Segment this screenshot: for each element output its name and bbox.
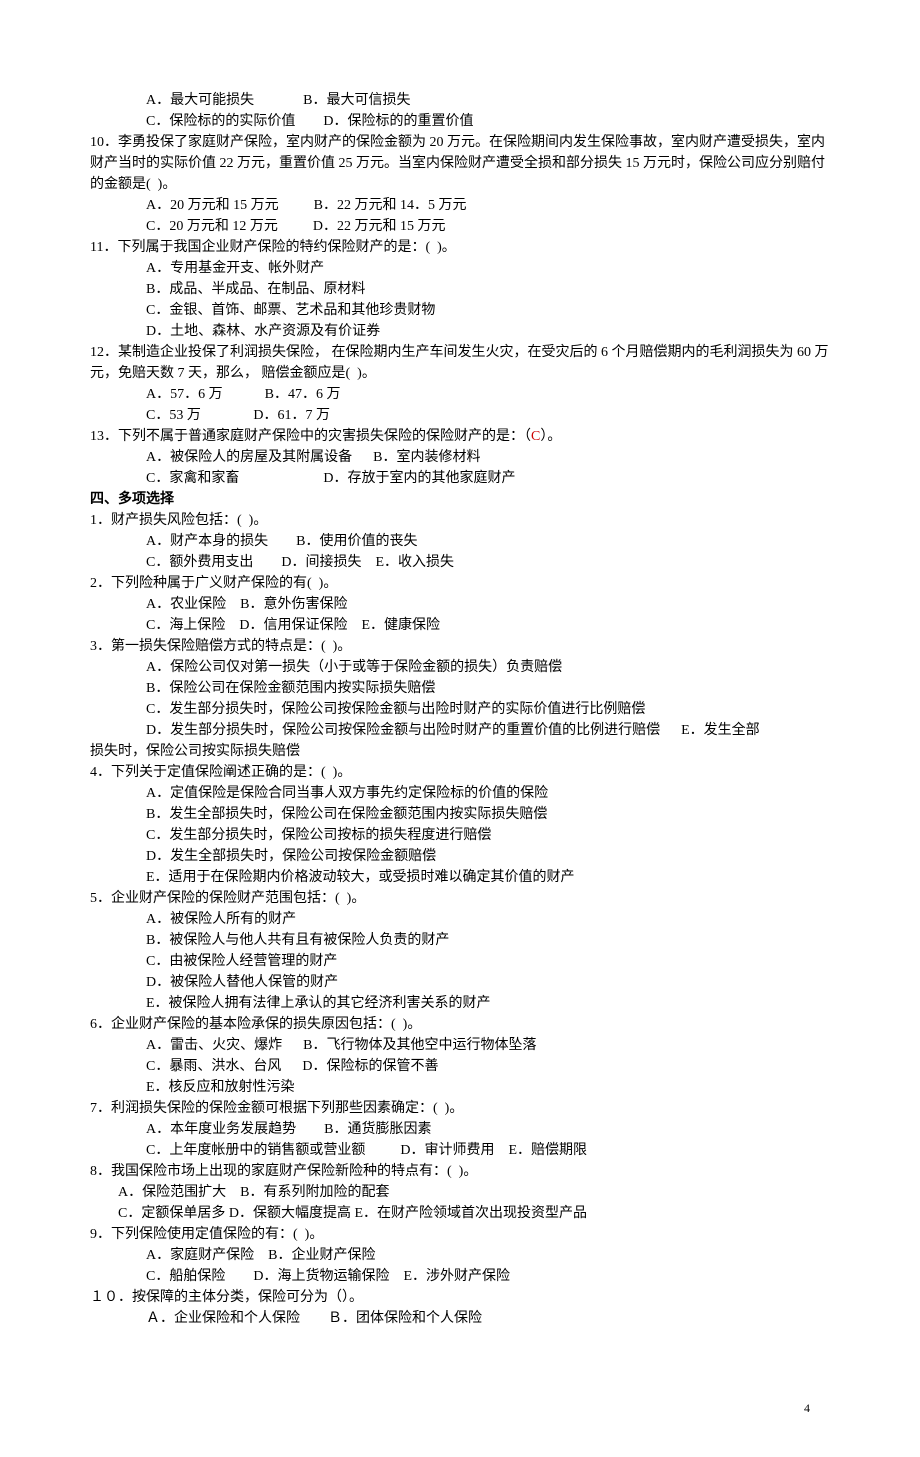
m4-opt-e: E．适用于在保险期内价格波动较大，或受损时难以确定其价值的财产 (90, 867, 830, 888)
m9-opt-line2: C．船舶保险 D．海上货物运输保险 E．涉外财产保险 (90, 1266, 830, 1287)
q10-opt-line1: A．20 万元和 15 万元 B．22 万元和 14．5 万元 (90, 195, 830, 216)
m5-opt-b: B．被保险人与他人共有且有被保险人负责的财产 (90, 930, 830, 951)
m1-stem: 1．财产损失风险包括：( )。 (90, 510, 830, 531)
m3-opt-e-tail: 损失时，保险公司按实际损失赔偿 (90, 741, 830, 762)
q11-opt-d: D．土地、森林、水产资源及有价证券 (90, 321, 830, 342)
m4-opt-c: C．发生部分损失时，保险公司按标的损失程度进行赔偿 (90, 825, 830, 846)
m10-stem: １０．按保障的主体分类，保险可分为（）。 (90, 1287, 830, 1308)
q13-opt-line2: C．家禽和家畜 D．存放于室内的其他家庭财产 (90, 468, 830, 489)
m6-opt-line2: C．暴雨、洪水、台风 D．保险标的保管不善 (90, 1056, 830, 1077)
m1-opt-line1: A．财产本身的损失 B．使用价值的丧失 (90, 531, 830, 552)
q11-opt-a: A．专用基金开支、帐外财产 (90, 258, 830, 279)
q12-opt-line1: A．57．6 万 B．47．6 万 (90, 384, 830, 405)
m5-opt-d: D．被保险人替他人保管的财产 (90, 972, 830, 993)
m10-opt-line1: Ａ．企业保险和个人保险 Ｂ．团体保险和个人保险 (90, 1308, 830, 1329)
q11-opt-c: C．金银、首饰、邮票、艺术品和其他珍贵财物 (90, 300, 830, 321)
m5-opt-a: A．被保险人所有的财产 (90, 909, 830, 930)
m2-opt-line2: C．海上保险 D．信用保证保险 E．健康保险 (90, 615, 830, 636)
q13-answer-mark: C (531, 429, 540, 444)
m4-opt-a: A．定值保险是保险合同当事人双方事先约定保险标的价值的保险 (90, 783, 830, 804)
page-number: 4 (90, 1399, 830, 1417)
m8-opt-line2: C．定额保单居多 D．保额大幅度提高 E．在财产险领域首次出现投资型产品 (90, 1203, 830, 1224)
m6-opt-e: E．核反应和放射性污染 (90, 1077, 830, 1098)
m3-opt-c: C．发生部分损失时，保险公司按保险金额与出险时财产的实际价值进行比例赔偿 (90, 699, 830, 720)
m5-stem: 5．企业财产保险的保险财产范围包括：( )。 (90, 888, 830, 909)
m8-stem: 8．我国保险市场上出现的家庭财产保险新险种的特点有：( )。 (90, 1161, 830, 1182)
m5-opt-c: C．由被保险人经营管理的财产 (90, 951, 830, 972)
m7-opt-line1: A．本年度业务发展趋势 B．通货膨胀因素 (90, 1119, 830, 1140)
m8-opt-line1: A．保险范围扩大 B．有系列附加险的配套 (90, 1182, 830, 1203)
q9-opt-line1: A．最大可能损失 B．最大可信损失 (90, 90, 830, 111)
m3-opt-d-line: D．发生部分损失时，保险公司按保险金额与出险时财产的重置价值的比例进行赔偿 E．… (90, 720, 830, 741)
q11-stem: 11．下列属于我国企业财产保险的特约保险财产的是：( )。 (90, 237, 830, 258)
m6-opt-line1: A．雷击、火灾、爆炸 B．飞行物体及其他空中运行物体坠落 (90, 1035, 830, 1056)
m9-opt-line1: A．家庭财产保险 B．企业财产保险 (90, 1245, 830, 1266)
m4-opt-d: D．发生全部损失时，保险公司按保险金额赔偿 (90, 846, 830, 867)
q10-stem: 10．李勇投保了家庭财产保险，室内财产的保险金额为 20 万元。在保险期间内发生… (90, 132, 830, 195)
section4-heading: 四、多项选择 (90, 489, 830, 510)
m4-stem: 4．下列关于定值保险阐述正确的是：( )。 (90, 762, 830, 783)
m2-opt-line1: A．农业保险 B．意外伤害保险 (90, 594, 830, 615)
q9-opt-line2: C．保险标的的实际价值 D．保险标的的重置价值 (90, 111, 830, 132)
m7-opt-line2: C．上年度帐册中的销售额或营业额 D．审计师费用 E．赔偿期限 (90, 1140, 830, 1161)
m3-opt-a: A．保险公司仅对第一损失（小于或等于保险金额的损失）负责赔偿 (90, 657, 830, 678)
q11-opt-b: B．成品、半成品、在制品、原材料 (90, 279, 830, 300)
q13-stem: 13．下列不属于普通家庭财产保险中的灾害损失保险的保险财产的是：（C）。 (90, 426, 830, 447)
q10-opt-line2: C．20 万元和 12 万元 D．22 万元和 15 万元 (90, 216, 830, 237)
m1-opt-line2: C．额外费用支出 D．间接损失 E．收入损失 (90, 552, 830, 573)
m3-opt-b: B．保险公司在保险金额范围内按实际损失赔偿 (90, 678, 830, 699)
m3-stem: 3．第一损失保险赔偿方式的特点是：( )。 (90, 636, 830, 657)
m6-stem: 6．企业财产保险的基本险承保的损失原因包括：( )。 (90, 1014, 830, 1035)
m2-stem: 2．下列险种属于广义财产保险的有( )。 (90, 573, 830, 594)
q13-opt-line1: A．被保险人的房屋及其附属设备 B．室内装修材料 (90, 447, 830, 468)
m4-opt-b: B．发生全部损失时，保险公司在保险金额范围内按实际损失赔偿 (90, 804, 830, 825)
q12-opt-line2: C．53 万 D．61．7 万 (90, 405, 830, 426)
m9-stem: 9．下列保险使用定值保险的有：( )。 (90, 1224, 830, 1245)
m7-stem: 7．利润损失保险的保险金额可根据下列那些因素确定：( )。 (90, 1098, 830, 1119)
q12-stem: 12．某制造企业投保了利润损失保险， 在保险期内生产车间发生火灾，在受灾后的 6… (90, 342, 830, 384)
m5-opt-e: E．被保险人拥有法律上承认的其它经济利害关系的财产 (90, 993, 830, 1014)
